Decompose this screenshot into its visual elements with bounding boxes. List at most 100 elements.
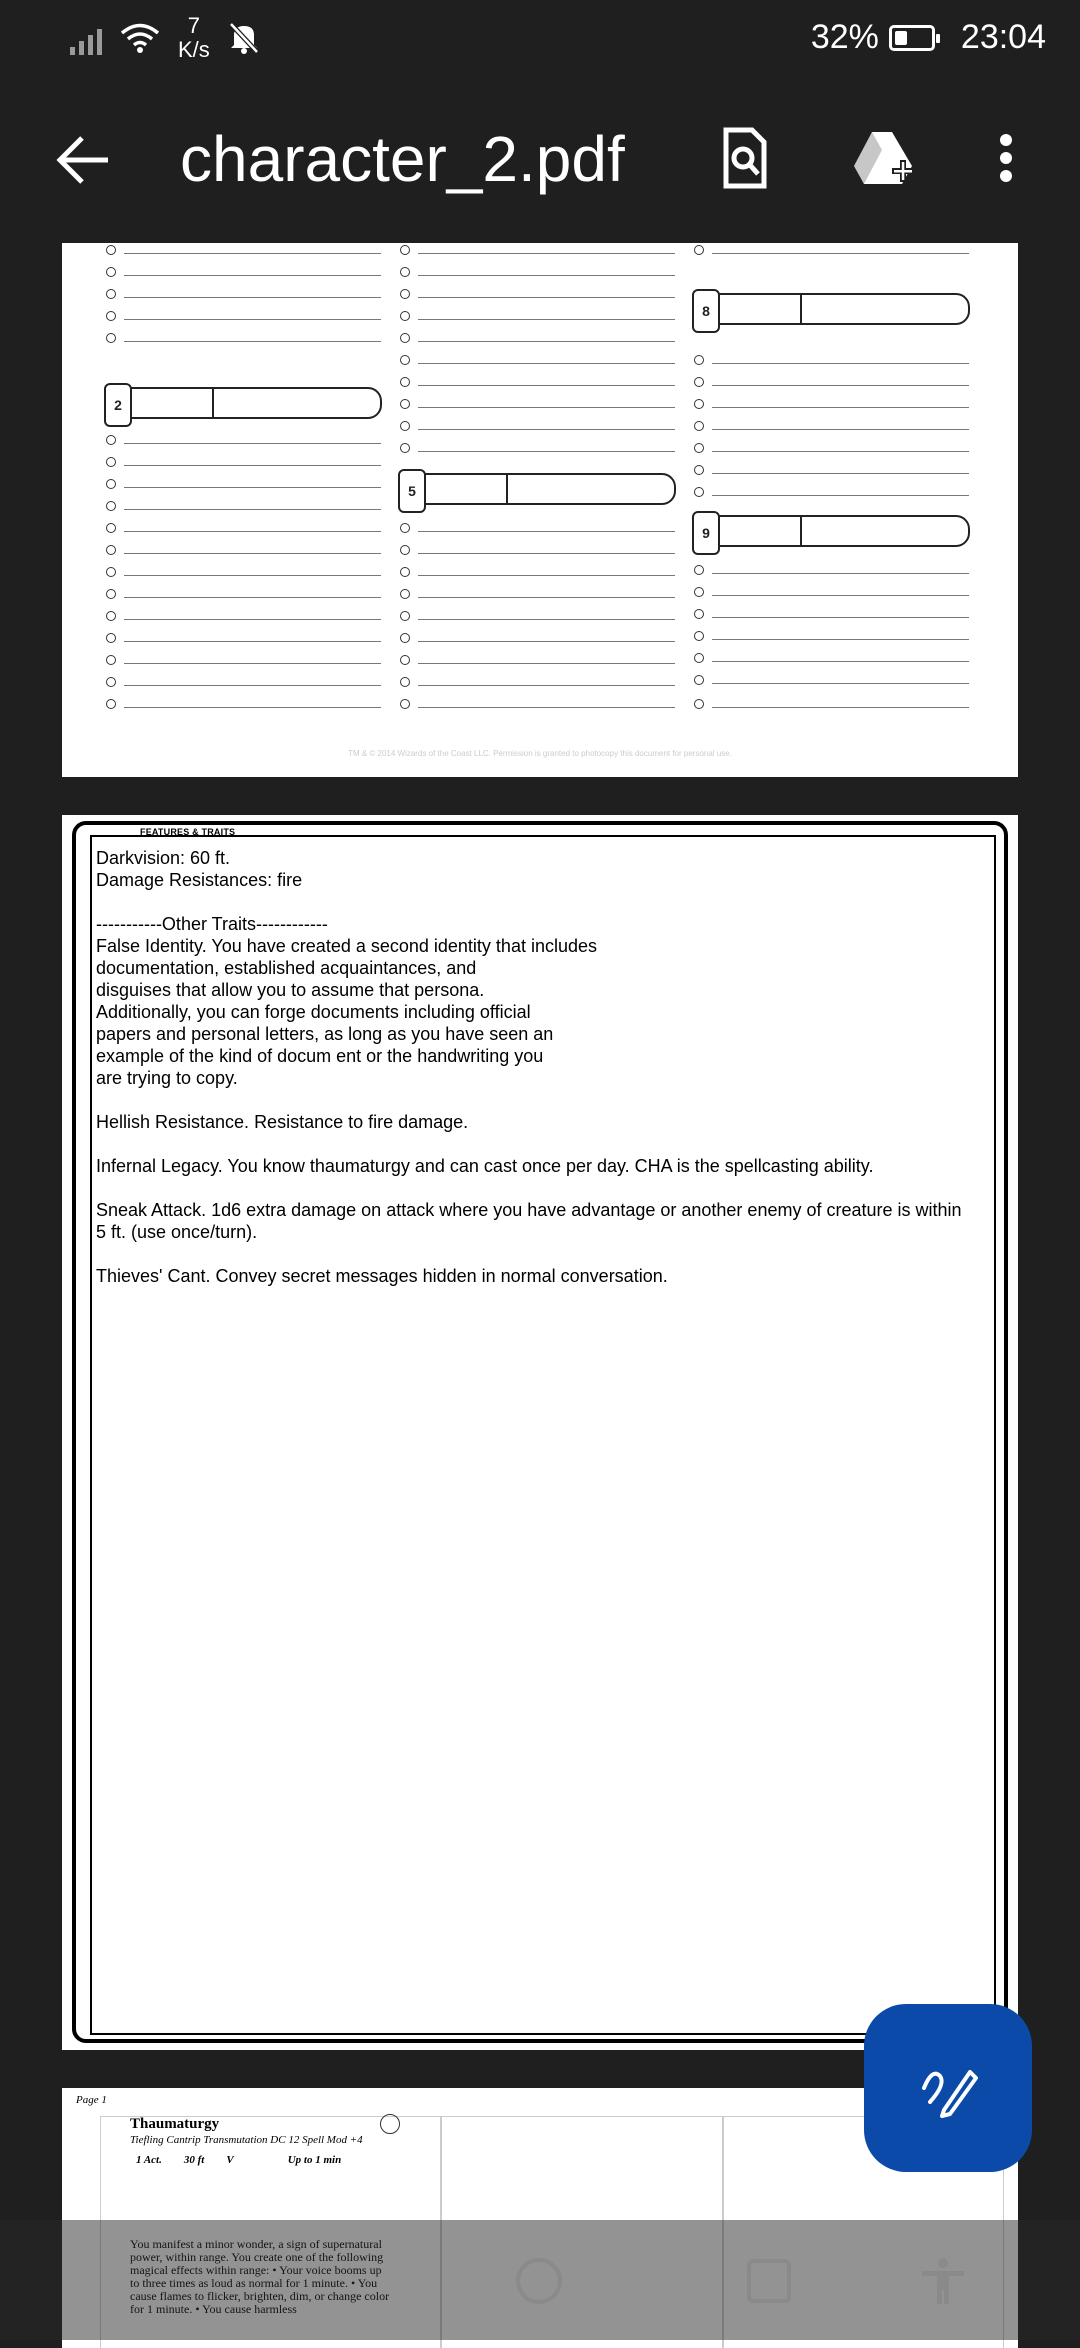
home-circle-icon[interactable] <box>514 2256 564 2306</box>
write-line <box>418 407 675 408</box>
write-line <box>124 509 381 510</box>
pdf-page-spell-slots[interactable]: 2 5 89 TM & © 2014 Wizards of the Coast … <box>62 243 1018 777</box>
spell-line <box>396 287 681 309</box>
feature-line: Thieves' Cant. Convey secret messages hi… <box>96 1266 668 1286</box>
slot-bubble <box>694 653 704 663</box>
write-line <box>418 451 675 452</box>
spell-line <box>102 543 387 565</box>
spell-line <box>396 565 681 587</box>
slot-bubble <box>400 545 410 555</box>
features-traits-text: Darkvision: 60 ft. Damage Resistances: fi… <box>96 847 976 1287</box>
edit-fab-button[interactable] <box>864 2004 1032 2172</box>
edit-pen-icon <box>922 2070 978 2118</box>
spell-line <box>396 697 681 719</box>
write-line <box>712 429 969 430</box>
slot-bubble <box>400 311 410 321</box>
spell-line <box>102 287 387 309</box>
write-line <box>124 575 381 576</box>
page-number: Page 1 <box>76 2094 107 2106</box>
write-line <box>712 473 969 474</box>
write-line <box>124 443 381 444</box>
write-line <box>124 297 381 298</box>
slots-expended-box <box>800 293 970 325</box>
spell-line <box>396 521 681 543</box>
spell-line <box>396 587 681 609</box>
accessibility-icon[interactable] <box>918 2256 968 2306</box>
slots-total-box <box>418 473 506 505</box>
spell-level-header: 8 <box>690 287 975 333</box>
write-line <box>712 495 969 496</box>
slot-bubble <box>106 633 116 643</box>
notifications-off-icon <box>228 22 259 54</box>
write-line <box>124 253 381 254</box>
write-line <box>124 465 381 466</box>
signal-icon <box>70 21 102 55</box>
add-to-drive-icon[interactable] <box>852 126 916 190</box>
spell-line <box>102 697 387 719</box>
feature-line: -----------Other Traits------------ <box>96 914 328 934</box>
spell-casting-time: 1 Act. <box>136 2154 162 2166</box>
spell-line <box>690 607 975 629</box>
slot-bubble <box>106 245 116 255</box>
feature-line: Hellish Resistance. Resistance to fire d… <box>96 1112 469 1132</box>
spell-line <box>690 485 975 507</box>
slot-bubble <box>106 501 116 511</box>
slots-expended-box <box>800 515 970 547</box>
pdf-page-features-traits[interactable]: FEATURES & TRAITS Darkvision: 60 ft. Dama… <box>62 815 1018 2050</box>
navigation-bar <box>0 2220 1080 2340</box>
spell-line <box>690 697 975 719</box>
slot-bubble <box>400 589 410 599</box>
spell-line <box>396 609 681 631</box>
slot-bubble <box>400 355 410 365</box>
spell-line <box>396 375 681 397</box>
slot-bubble <box>106 545 116 555</box>
spell-line <box>396 543 681 565</box>
spell-line <box>690 673 975 695</box>
spell-line <box>102 565 387 587</box>
slot-bubble <box>400 443 410 453</box>
write-line <box>712 385 969 386</box>
slot-bubble <box>694 399 704 409</box>
write-line <box>124 553 381 554</box>
battery-icon <box>888 24 940 51</box>
write-line <box>418 553 675 554</box>
slot-bubble <box>106 523 116 533</box>
slot-bubble <box>400 655 410 665</box>
find-in-document-icon[interactable] <box>712 126 776 190</box>
write-line <box>418 663 675 664</box>
slots-expended-box <box>212 387 382 419</box>
spell-line <box>396 243 681 265</box>
recents-square-icon[interactable] <box>744 2256 794 2306</box>
slot-bubble <box>106 655 116 665</box>
status-bar: 7 K/s 32% 23:04 <box>0 0 1080 80</box>
write-line <box>712 573 969 574</box>
spell-level-number: 2 <box>104 383 132 427</box>
slot-bubble <box>694 245 704 255</box>
slot-bubble <box>106 435 116 445</box>
spell-level-number: 5 <box>398 469 426 513</box>
write-line <box>418 275 675 276</box>
more-vert-icon[interactable] <box>984 126 1028 190</box>
write-line <box>124 341 381 342</box>
spell-duration: Up to 1 min <box>287 2154 342 2166</box>
feature-line: are trying to copy. <box>96 1068 238 1088</box>
spell-line <box>102 653 387 675</box>
spell-school-icon <box>380 2114 400 2134</box>
slots-total-box <box>124 387 212 419</box>
write-line <box>124 641 381 642</box>
battery-percent: 32% <box>810 18 879 56</box>
slot-bubble <box>400 699 410 709</box>
back-arrow-icon[interactable] <box>52 128 116 192</box>
slot-bubble <box>106 479 116 489</box>
slot-bubble <box>400 611 410 621</box>
slot-bubble <box>400 677 410 687</box>
write-line <box>418 619 675 620</box>
write-line <box>418 319 675 320</box>
spell-range: 30 ft <box>183 2154 205 2166</box>
feature-line: Damage Resistances: fire <box>96 870 303 890</box>
spell-meta: 1 Act. 30 ft V Up to 1 min <box>136 2154 341 2166</box>
wifi-icon <box>120 23 160 53</box>
